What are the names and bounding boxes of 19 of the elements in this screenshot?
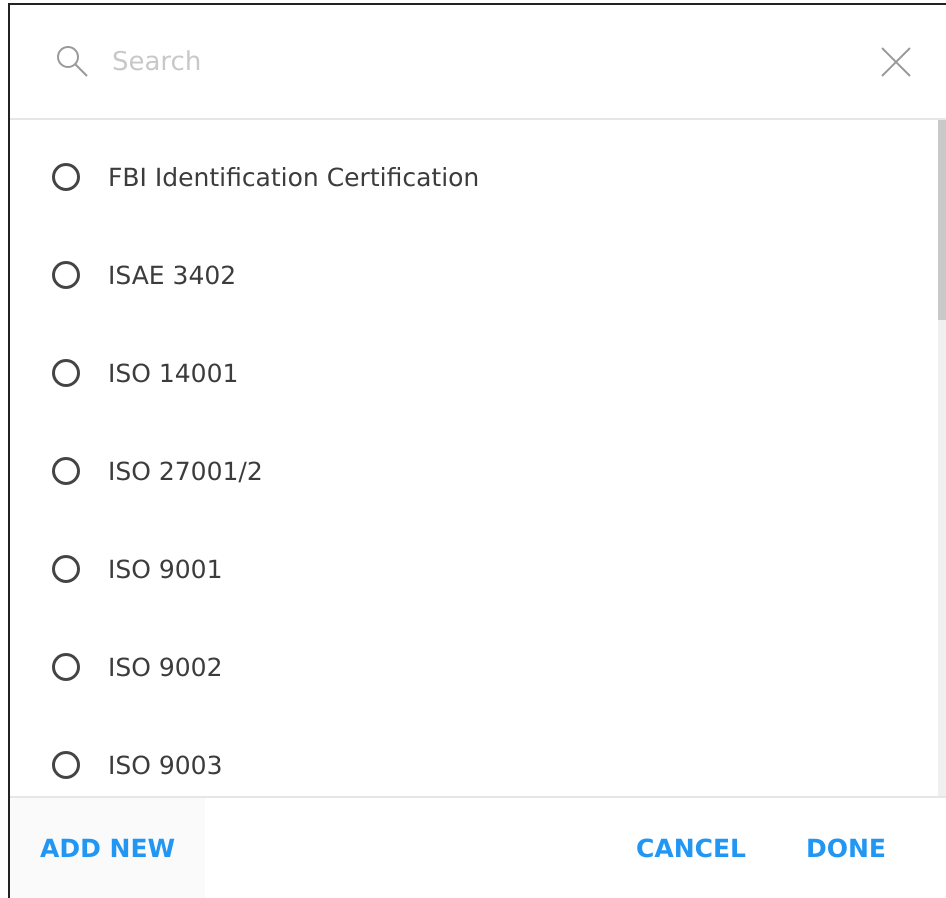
cancel-button[interactable]: CANCEL [606,820,776,876]
option-label: ISO 14001 [108,358,238,388]
add-new-button[interactable]: ADD NEW [10,798,206,898]
radio-button[interactable] [52,359,80,387]
radio-button[interactable] [52,751,80,779]
option-label: ISO 9002 [108,652,222,682]
radio-button[interactable] [52,261,80,289]
search-icon [54,44,90,80]
radio-button[interactable] [52,555,80,583]
option-label: ISO 9001 [108,554,222,584]
radio-button[interactable] [52,163,80,191]
option-label: ISO 27001/2 [108,456,263,486]
radio-button[interactable] [52,653,80,681]
option-label: ISAE 3402 [108,260,236,290]
radio-button[interactable] [52,457,80,485]
scrollbar[interactable] [938,120,946,796]
option-label: ISO 9003 [108,750,222,780]
done-button[interactable]: DONE [776,820,916,876]
option-label: FBI Identification Certification [108,162,480,192]
